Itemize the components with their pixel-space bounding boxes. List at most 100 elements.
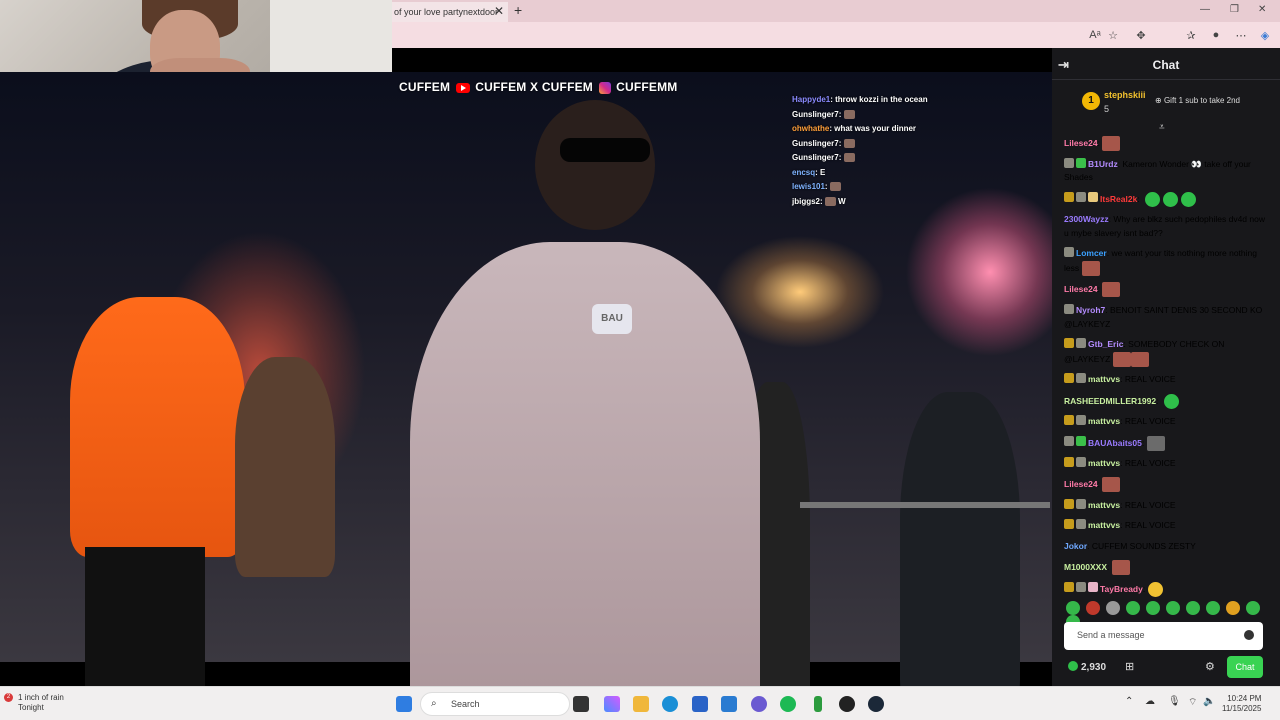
chat-username[interactable]: BAUAbaits05 xyxy=(1088,437,1142,447)
store-icon[interactable] xyxy=(692,696,708,712)
chat-text: CUFFEM SOUNDS ZESTY xyxy=(1091,540,1196,551)
cloud-icon[interactable]: ☁ xyxy=(1145,696,1155,707)
chat-settings-gear-icon[interactable]: ⚙ xyxy=(1205,660,1215,673)
emote-icon xyxy=(843,138,855,148)
chat-username[interactable]: mattvvs xyxy=(1088,520,1120,530)
minimize-button[interactable]: — xyxy=(1200,4,1210,15)
quick-emote-icon[interactable] xyxy=(1086,601,1100,615)
quick-emote-icon[interactable] xyxy=(1106,601,1120,615)
outlook-icon[interactable] xyxy=(721,696,737,712)
chat-username[interactable]: mattvvs xyxy=(1088,458,1120,468)
badge-icon xyxy=(1088,192,1098,203)
chat-username[interactable]: TayBready xyxy=(1100,583,1143,593)
more-icon[interactable]: ⋯ xyxy=(1234,29,1248,42)
wifi-icon[interactable]: ⌔ xyxy=(1188,696,1197,709)
copilot-icon[interactable]: ◈ xyxy=(1258,29,1272,42)
expand-leaderboard-icon[interactable]: ⩡ xyxy=(1159,122,1165,133)
chat-message: M1000XXX: xyxy=(1064,560,1270,575)
badge-icon xyxy=(1076,337,1086,348)
copilot-app-icon[interactable] xyxy=(604,696,620,712)
gift-sub-icon[interactable]: ⊞ xyxy=(1125,660,1134,673)
badge-icon xyxy=(1076,192,1086,203)
quick-emote-icon[interactable] xyxy=(1126,601,1140,615)
crown-badge-icon xyxy=(1064,337,1074,348)
profile-icon[interactable]: ● xyxy=(1209,29,1223,41)
quick-emote-icon[interactable] xyxy=(1246,601,1260,615)
emote-picker-icon[interactable] xyxy=(1244,630,1254,640)
quick-emote-icon[interactable] xyxy=(1186,601,1200,615)
chat-username[interactable]: Lomcer xyxy=(1076,248,1107,258)
chat-username[interactable]: mattvvs xyxy=(1088,374,1120,384)
microphone-icon[interactable]: 🎙 xyxy=(1168,696,1181,707)
read-aloud-icon[interactable]: Aᵃ xyxy=(1088,29,1102,41)
quick-emote-icon[interactable] xyxy=(1206,601,1220,615)
chat-header: ⇥ Chat xyxy=(1052,48,1280,80)
chat-message: Lomcer: we want your tits nothing more n… xyxy=(1064,247,1270,276)
chat-text: REAL VOICE xyxy=(1124,458,1176,469)
edge-browser-icon[interactable] xyxy=(662,696,678,712)
quick-emote-icon[interactable] xyxy=(1066,601,1080,615)
volume-icon[interactable]: 🔈 xyxy=(1203,696,1215,707)
quick-emote-icon[interactable] xyxy=(1146,601,1160,615)
spotify-icon[interactable] xyxy=(780,696,796,712)
emote-icon xyxy=(843,153,855,163)
favorites-icon[interactable]: ✰ xyxy=(1184,29,1198,42)
chat-username[interactable]: mattvvs xyxy=(1088,416,1120,426)
collapse-chat-icon[interactable]: ⇥ xyxy=(1058,57,1069,73)
chat-username[interactable]: RASHEEDMILLER1992 xyxy=(1064,395,1156,405)
chat-username[interactable]: ItsReal2k xyxy=(1100,193,1137,203)
close-window-button[interactable]: ✕ xyxy=(1258,4,1266,15)
video-chain-pendant: BAU xyxy=(592,304,632,334)
browser-tab[interactable]: of your love partynextdoor xyxy=(392,2,508,22)
chat-input-placeholder: Send a message xyxy=(1077,630,1145,640)
quick-emote-icon[interactable] xyxy=(1166,601,1180,615)
chat-username[interactable]: Lilese24 xyxy=(1064,284,1098,294)
chat-username[interactable]: Gtb_Eric xyxy=(1088,339,1123,349)
video-chat-row: Gunslinger7: xyxy=(792,108,928,123)
weather-widget[interactable]: 2 1 inch of rain Tonight xyxy=(4,693,64,713)
badge-icon xyxy=(1064,304,1074,315)
steam-icon[interactable] xyxy=(868,696,884,712)
chat-username[interactable]: 2300Wayzz xyxy=(1064,214,1109,224)
discord-icon[interactable] xyxy=(751,696,767,712)
search-label: Search xyxy=(451,699,480,709)
file-explorer-icon[interactable] xyxy=(633,696,649,712)
chat-username[interactable]: Jokor xyxy=(1064,541,1087,551)
app-icon[interactable] xyxy=(814,696,822,712)
video-chat-text: : E xyxy=(815,167,826,177)
chat-send-button[interactable]: Chat xyxy=(1227,656,1263,678)
crown-badge-icon xyxy=(1064,192,1074,203)
tray-overflow-icon[interactable]: ⌃ xyxy=(1125,696,1133,707)
video-chat-row: Happyde1: throw kozzi in the ocean xyxy=(792,93,928,108)
chat-username[interactable]: Lilese24 xyxy=(1064,479,1098,489)
chat-message-list: Lilese24: B1Urdz: Kameron Wonder 👀 take … xyxy=(1064,136,1270,603)
app-icon[interactable] xyxy=(839,696,855,712)
gift-sub-prompt[interactable]: ⊕ Gift 1 sub to take 2nd xyxy=(1155,96,1240,105)
close-tab-icon[interactable]: ✕ xyxy=(494,4,504,18)
chat-username[interactable]: M1000XXX xyxy=(1064,562,1107,572)
new-tab-button[interactable]: + xyxy=(514,2,522,18)
badge-icon xyxy=(1076,499,1086,510)
brand-text-1: CUFFEM xyxy=(399,80,451,94)
video-chat-user: lewis101 xyxy=(792,182,825,191)
extensions-icon[interactable]: ✥ xyxy=(1134,29,1148,42)
chat-username[interactable]: Nyroh7 xyxy=(1076,305,1105,315)
start-menu-icon[interactable] xyxy=(396,696,412,712)
emote-icon xyxy=(1130,351,1149,367)
leaderboard-user[interactable]: stephskiii xyxy=(1104,90,1146,100)
maximize-button[interactable]: ❐ xyxy=(1230,4,1239,15)
favorite-star-icon[interactable]: ☆ xyxy=(1106,29,1120,42)
chat-username[interactable]: mattvvs xyxy=(1088,500,1120,510)
emote-icon xyxy=(1102,282,1121,298)
channel-points[interactable]: 2,930 xyxy=(1068,661,1106,673)
taskbar-clock[interactable]: 10:24 PM 11/15/2025 xyxy=(1222,694,1261,714)
quick-emote-icon[interactable] xyxy=(1226,601,1240,615)
taskbar-search[interactable]: ⌕ Search xyxy=(420,692,570,716)
chat-message-input[interactable]: Send a message xyxy=(1064,622,1263,650)
chat-message: 2300Wayzz: Why are blkz such pedophiles … xyxy=(1064,214,1265,238)
task-view-icon[interactable] xyxy=(573,696,589,712)
chat-username[interactable]: Lilese24 xyxy=(1064,138,1098,148)
chat-username[interactable]: B1Urdz xyxy=(1088,159,1118,169)
emote-icon xyxy=(1102,477,1121,493)
video-sunglasses xyxy=(560,138,650,162)
